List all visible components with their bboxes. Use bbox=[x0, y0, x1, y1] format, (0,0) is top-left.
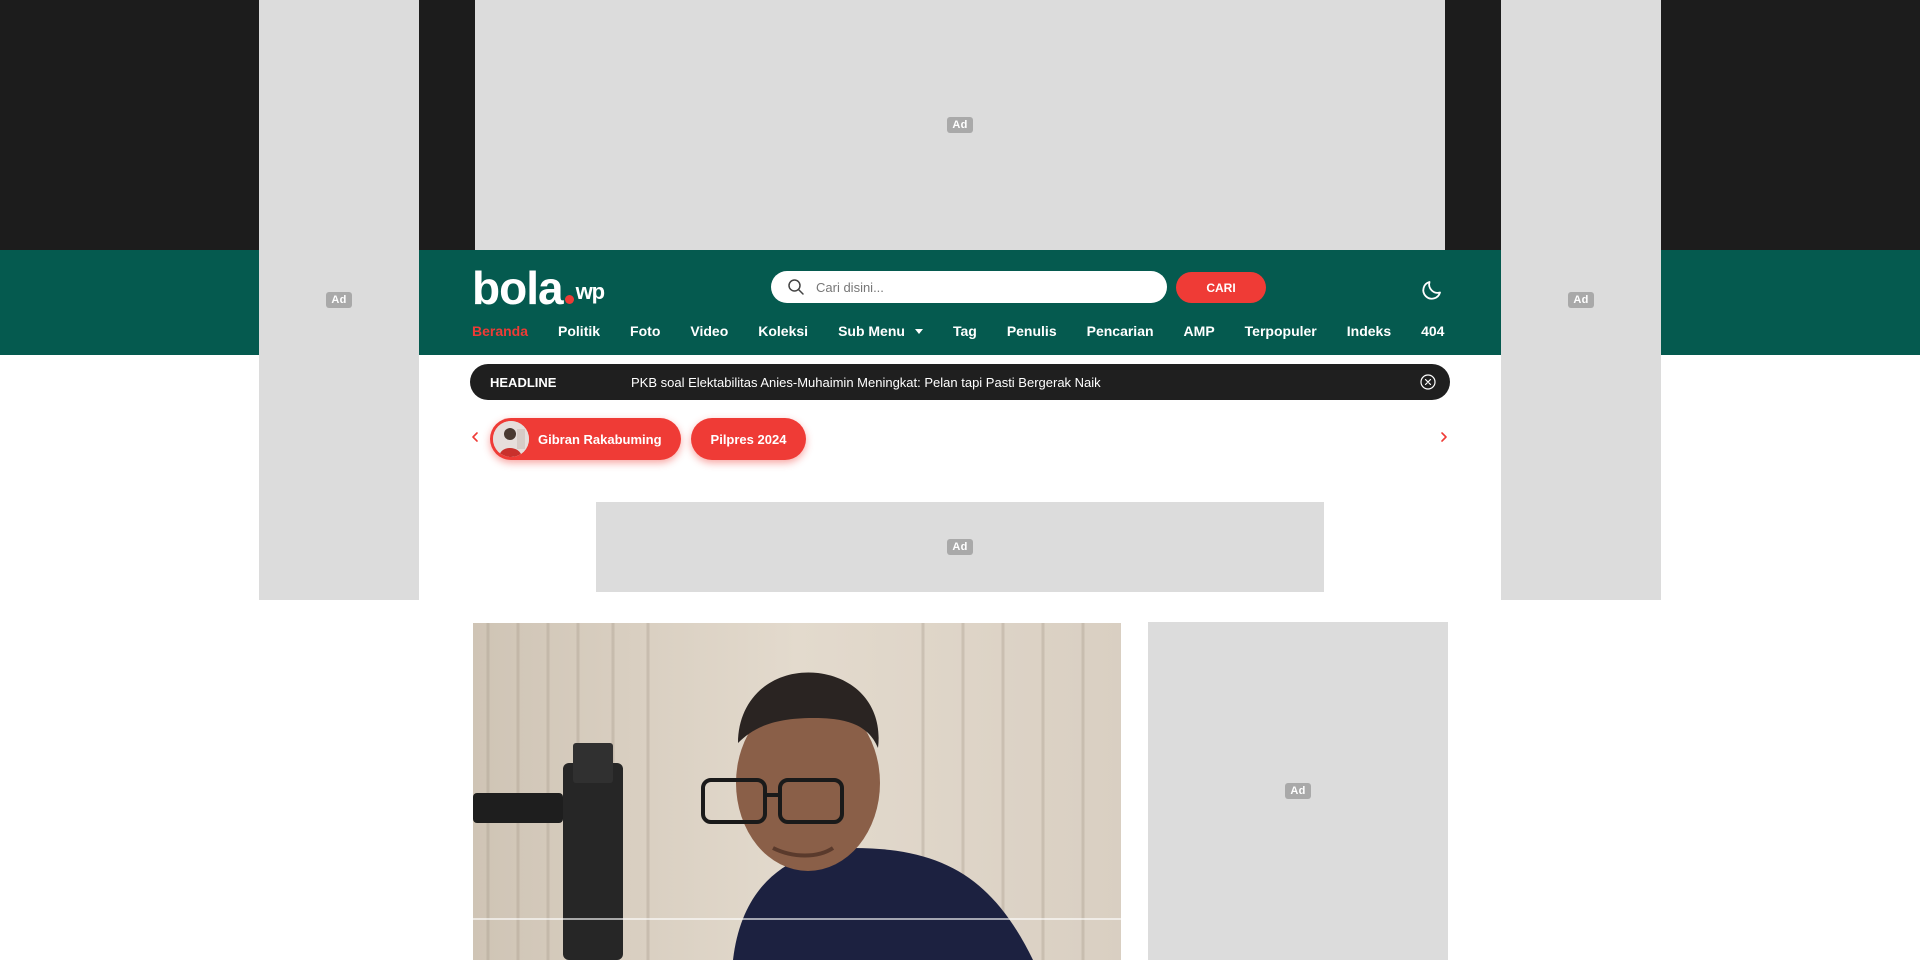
nav-item-video[interactable]: Video bbox=[690, 323, 728, 339]
nav-item-label: Penulis bbox=[1006, 323, 1057, 339]
nav-item-label: Foto bbox=[630, 323, 661, 339]
headline-link[interactable]: PKB soal Elektabilitas Anies-Muhaimin Me… bbox=[631, 375, 1101, 390]
nav-item-label: Politik bbox=[558, 323, 601, 339]
topic-label: Gibran Rakabuming bbox=[538, 431, 662, 447]
topic-label: Pilpres 2024 bbox=[710, 431, 787, 447]
ad-label: Ad bbox=[1568, 292, 1594, 308]
search-input[interactable] bbox=[814, 278, 1148, 296]
nav-item-label: Terpopuler bbox=[1244, 323, 1317, 339]
nav-item-politik[interactable]: Politik bbox=[558, 323, 600, 339]
topic-pill-gibran[interactable]: Gibran Rakabuming bbox=[490, 418, 681, 460]
search-icon bbox=[788, 279, 804, 295]
chevron-down-icon bbox=[914, 328, 923, 334]
nav-item-foto[interactable]: Foto bbox=[630, 323, 660, 339]
ad-label: Ad bbox=[947, 117, 973, 133]
ad-leaderboard[interactable]: Ad bbox=[596, 502, 1324, 592]
nav-item-sub-menu[interactable]: Sub Menu bbox=[838, 323, 923, 339]
nav-item-pencarian[interactable]: Pencarian bbox=[1087, 323, 1154, 339]
search-button[interactable]: CARI bbox=[1176, 272, 1266, 303]
nav-item-terpopuler[interactable]: Terpopuler bbox=[1245, 323, 1317, 339]
topic-avatar bbox=[493, 421, 529, 457]
topic-carousel: Gibran Rakabuming Pilpres 2024 bbox=[490, 418, 816, 460]
topic-pill-pilpres[interactable]: Pilpres 2024 bbox=[690, 418, 807, 460]
ad-skyscraper-left[interactable]: Ad bbox=[259, 0, 419, 600]
chevron-right-icon[interactable] bbox=[1439, 430, 1449, 444]
nav-item-label: Tag bbox=[952, 323, 977, 339]
chevron-left-icon[interactable] bbox=[470, 430, 480, 444]
hero-image[interactable] bbox=[473, 623, 1121, 960]
nav-item-label: Indeks bbox=[1346, 323, 1392, 339]
nav-item-label: 404 bbox=[1421, 323, 1445, 339]
ad-sidebar[interactable]: Ad bbox=[1148, 622, 1448, 960]
site-logo[interactable]: bola wp bbox=[472, 262, 606, 314]
moon-icon[interactable] bbox=[1420, 278, 1444, 302]
main-nav: Beranda Politik Foto Video Koleksi Sub M… bbox=[472, 322, 1474, 340]
hero-photo bbox=[473, 623, 1121, 960]
nav-item-indeks[interactable]: Indeks bbox=[1347, 323, 1391, 339]
headline-ticker: HEADLINE PKB soal Elektabilitas Anies-Mu… bbox=[470, 364, 1450, 400]
logo-dot bbox=[564, 295, 574, 304]
nav-item-beranda[interactable]: Beranda bbox=[472, 323, 528, 339]
nav-item-404[interactable]: 404 bbox=[1421, 323, 1444, 339]
nav-item-label: Beranda bbox=[472, 323, 529, 339]
nav-item-label: AMP bbox=[1183, 323, 1215, 339]
nav-item-penulis[interactable]: Penulis bbox=[1007, 323, 1057, 339]
logo-main-text: bola bbox=[472, 262, 564, 314]
nav-item-koleksi[interactable]: Koleksi bbox=[758, 323, 808, 339]
nav-item-tag[interactable]: Tag bbox=[953, 323, 977, 339]
ad-skyscraper-right[interactable]: Ad bbox=[1501, 0, 1661, 600]
close-icon[interactable] bbox=[1420, 374, 1436, 390]
headline-label: HEADLINE bbox=[490, 374, 557, 390]
search-bar bbox=[771, 271, 1167, 303]
nav-item-label: Pencarian bbox=[1086, 323, 1154, 339]
nav-item-label: Koleksi bbox=[758, 323, 809, 339]
ad-label: Ad bbox=[1285, 783, 1311, 799]
logo-sub-text: wp bbox=[575, 279, 606, 304]
ad-banner-top[interactable]: Ad bbox=[475, 0, 1445, 250]
nav-item-amp[interactable]: AMP bbox=[1184, 323, 1215, 339]
ad-label: Ad bbox=[326, 292, 352, 308]
nav-item-label: Sub Menu bbox=[838, 323, 905, 339]
ad-label: Ad bbox=[947, 539, 973, 555]
nav-item-label: Video bbox=[690, 323, 729, 339]
